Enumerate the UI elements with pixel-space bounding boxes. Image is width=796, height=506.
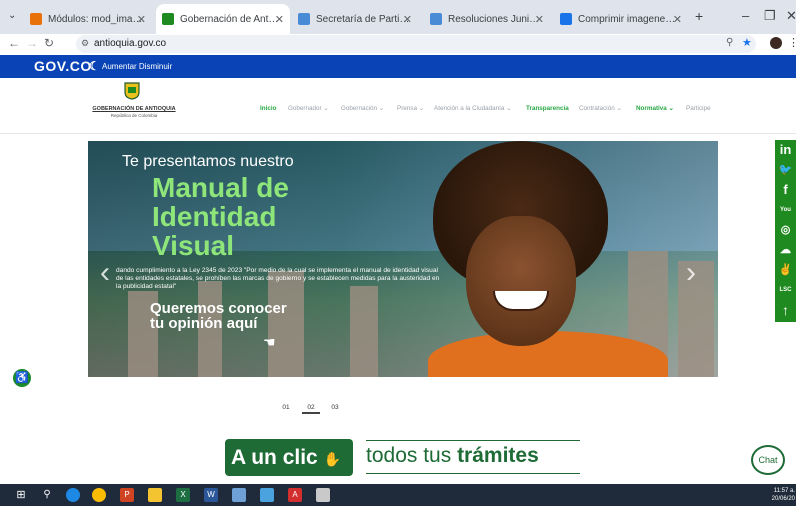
- close-icon[interactable]: ✕: [673, 13, 682, 26]
- click-cursor-icon: ✋: [323, 451, 342, 467]
- excel-icon[interactable]: X: [176, 488, 190, 502]
- menu-kebab-icon[interactable]: ⋮: [788, 36, 796, 49]
- tab-secretaria[interactable]: Secretaría de Participación y C ✕: [292, 4, 418, 34]
- govco-bar: GOV.CO ☾ Aumentar Disminuir: [0, 55, 796, 78]
- govco-logo[interactable]: GOV.CO: [34, 58, 92, 74]
- close-window-icon[interactable]: ✕: [786, 8, 796, 24]
- youtube-icon[interactable]: You: [775, 200, 796, 220]
- slide-dot-03[interactable]: 03: [326, 402, 344, 414]
- clic-banner-box[interactable]: A un clic ✋: [225, 439, 353, 476]
- close-icon[interactable]: ✕: [137, 13, 146, 26]
- close-icon[interactable]: ✕: [535, 13, 544, 26]
- file-explorer-icon[interactable]: [148, 488, 162, 502]
- zoom-icon[interactable]: ⚲: [726, 37, 733, 48]
- tab-comprimir[interactable]: Comprimir imagenes JPG online ✕: [554, 4, 688, 34]
- gobernacion-icon: [162, 13, 174, 25]
- org-name: GOBERNACIÓN DE ANTIOQUIA: [92, 106, 176, 112]
- woman-face: [466, 216, 576, 346]
- nav-atencion[interactable]: Atención a la Ciudadanía ⌄: [434, 105, 511, 112]
- building: [678, 261, 714, 377]
- sign-language-icon[interactable]: LSC: [775, 280, 796, 300]
- windows-start-icon[interactable]: ⊞: [14, 488, 28, 502]
- hero-intro-text: Te presentamos nuestro: [122, 153, 294, 170]
- acrobat-icon[interactable]: A: [288, 488, 302, 502]
- banner-divider: [366, 473, 580, 474]
- clic-label: A un clic: [231, 446, 318, 469]
- powerpoint-icon[interactable]: P: [120, 488, 134, 502]
- system-clock[interactable]: 11:57 a. 20/06/20: [765, 487, 795, 503]
- forward-icon[interactable]: →: [26, 36, 38, 50]
- chrome-icon[interactable]: [92, 488, 106, 502]
- org-subtitle: República de Colombia: [110, 113, 158, 118]
- next-slide-arrow[interactable]: ›: [686, 256, 696, 290]
- accessibility-icon[interactable]: ♿: [13, 369, 31, 387]
- scroll-top-icon[interactable]: ↑: [775, 300, 796, 320]
- nav-contratacion[interactable]: Contratación ⌄: [579, 105, 622, 112]
- tab-modulos[interactable]: Módulos: mod_image_show_gk ✕: [24, 4, 152, 34]
- flickr-icon[interactable]: ✌: [775, 260, 796, 280]
- font-size-controls[interactable]: Aumentar Disminuir: [102, 62, 172, 71]
- hero-cta-link[interactable]: Queremos conocer tu opinión aquí: [150, 301, 290, 331]
- tab-resoluciones[interactable]: Resoluciones Junio 2024 ✕: [424, 4, 550, 34]
- nav-transparencia[interactable]: Transparencia: [526, 105, 569, 112]
- tab-gobernacion[interactable]: Gobernación de Antioquia ✕: [156, 4, 290, 34]
- antioquia-shield-logo[interactable]: [124, 82, 140, 100]
- site-header: GOBERNACIÓN DE ANTIOQUIA República de Co…: [0, 78, 796, 134]
- nav-participe[interactable]: Participe: [686, 105, 711, 112]
- chat-button[interactable]: Chat: [751, 445, 785, 475]
- pointer-hand-icon: ☚: [263, 334, 276, 350]
- hero-banner[interactable]: Te presentamos nuestro Manual de Identid…: [88, 141, 718, 377]
- building: [350, 286, 378, 377]
- minimize-icon[interactable]: –: [742, 8, 749, 23]
- linkedin-icon[interactable]: in: [775, 140, 796, 160]
- new-tab-button[interactable]: +: [695, 8, 703, 24]
- joomla-icon: [30, 13, 42, 25]
- tool-icon[interactable]: [232, 488, 246, 502]
- reload-icon[interactable]: ↻: [44, 36, 54, 50]
- slide-dot-01[interactable]: 01: [277, 402, 295, 414]
- nav-normativa[interactable]: Normativa ⌄: [636, 105, 674, 112]
- browser-tab-strip: ⌄ Módulos: mod_image_show_gk ✕ Gobernaci…: [0, 0, 796, 34]
- site-info-icon[interactable]: ⚙: [81, 38, 89, 49]
- hero-title-line1: Manual de: [152, 172, 289, 203]
- twitter-icon[interactable]: 🐦: [775, 160, 796, 180]
- paint-icon[interactable]: [260, 488, 274, 502]
- slide-dot-02[interactable]: 02: [302, 402, 320, 414]
- address-bar-row: ← → ↻ ⚙ antioquia.gov.co ⚲ ★ ⋮: [0, 34, 796, 54]
- search-icon[interactable]: ⚲: [40, 488, 54, 502]
- social-sidebar: in 🐦 f You ◎ ☁ ✌ LSC ↑: [775, 140, 796, 322]
- close-icon[interactable]: ✕: [403, 13, 412, 26]
- instagram-icon[interactable]: ◎: [775, 220, 796, 240]
- prev-slide-arrow[interactable]: ‹: [100, 256, 110, 290]
- app-icon[interactable]: [316, 488, 330, 502]
- contrast-icon[interactable]: ☾: [89, 59, 100, 73]
- document-icon: [298, 13, 310, 25]
- windows-taskbar: ⊞ ⚲ P X W A 11:57 a. 20/06/20: [0, 484, 796, 506]
- nav-gobernador[interactable]: Gobernador ⌄: [288, 105, 329, 112]
- url-text[interactable]: antioquia.gov.co: [94, 38, 166, 49]
- restore-icon[interactable]: ❐: [764, 8, 776, 24]
- bookmark-star-icon[interactable]: ★: [742, 36, 752, 49]
- close-icon[interactable]: ✕: [275, 13, 284, 26]
- hero-title-line2: Identidad: [152, 201, 277, 232]
- facebook-icon[interactable]: f: [775, 180, 796, 200]
- compress-icon: [560, 13, 572, 25]
- nav-inicio[interactable]: Inicio: [260, 105, 276, 112]
- hero-title-line3: Visual: [152, 230, 234, 261]
- nav-gobernacion[interactable]: Gobernación ⌄: [341, 105, 384, 112]
- word-icon[interactable]: W: [204, 488, 218, 502]
- nav-prensa[interactable]: Prensa ⌄: [397, 105, 424, 112]
- banner-divider: [366, 440, 580, 441]
- tab-search-icon[interactable]: ⌄: [8, 10, 16, 21]
- profile-avatar[interactable]: [770, 37, 782, 49]
- hero-description: dando cumplimiento a la Ley 2345 de 2023…: [116, 267, 440, 290]
- omnibox[interactable]: ⚙ antioquia.gov.co ⚲ ★: [76, 35, 756, 53]
- document-icon: [430, 13, 442, 25]
- back-icon[interactable]: ←: [8, 36, 20, 50]
- clic-banner-text[interactable]: todos tus trámites: [366, 444, 539, 468]
- soundcloud-icon[interactable]: ☁: [775, 240, 796, 260]
- edge-icon[interactable]: [66, 488, 80, 502]
